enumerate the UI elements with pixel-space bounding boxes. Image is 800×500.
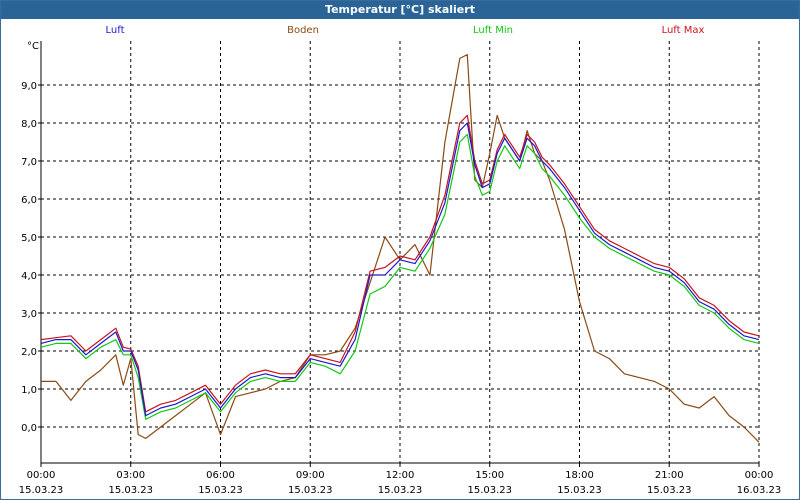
x-tick-label-time: 09:00: [296, 470, 325, 481]
x-tick-label-time: 18:00: [565, 470, 594, 481]
x-tick-label-date: 15.03.23: [467, 485, 512, 496]
y-tick-label: 1,0: [21, 385, 37, 396]
x-tick-label-time: 12:00: [386, 470, 415, 481]
x-tick-label-date: 16.03.23: [737, 485, 782, 496]
x-tick-label-time: 06:00: [206, 470, 235, 481]
y-tick-label: 2,0: [21, 347, 37, 358]
y-tick-label: 4,0: [21, 271, 37, 282]
y-tick-label: 9,0: [21, 81, 37, 92]
x-tick-label-time: 21:00: [655, 470, 684, 481]
chart-window: Temperatur [°C] skaliert Luft Boden Luft…: [0, 0, 800, 500]
x-tick-label-time: 03:00: [116, 470, 145, 481]
temperature-plot: °C 0,0 1,0 2,0 3,0 4,0 5,0 6,0 7,0 8,0 9,0 00:00 15.…: [19, 41, 782, 496]
x-tick-label-time: 00:00: [745, 470, 774, 481]
x-tick-label-time: 15:00: [475, 470, 504, 481]
y-tick-label: 5,0: [21, 233, 37, 244]
x-tick-label-date: 15.03.23: [198, 485, 243, 496]
x-tick-label-date: 15.03.23: [108, 485, 153, 496]
x-tick-label-date: 15.03.23: [378, 485, 423, 496]
y-axis-unit-label: °C: [27, 41, 39, 52]
x-tick-label-date: 15.03.23: [647, 485, 692, 496]
x-tick-label-time: 00:00: [27, 470, 56, 481]
y-tick-label: 0,0: [21, 423, 37, 434]
y-tick-label: 8,0: [21, 119, 37, 130]
x-tick-label-date: 15.03.23: [288, 485, 333, 496]
x-tick-label-date: 15.03.23: [19, 485, 64, 496]
y-tick-label: 6,0: [21, 195, 37, 206]
x-tick-label-date: 15.03.23: [557, 485, 602, 496]
y-tick-label: 3,0: [21, 309, 37, 320]
y-tick-label: 7,0: [21, 157, 37, 168]
